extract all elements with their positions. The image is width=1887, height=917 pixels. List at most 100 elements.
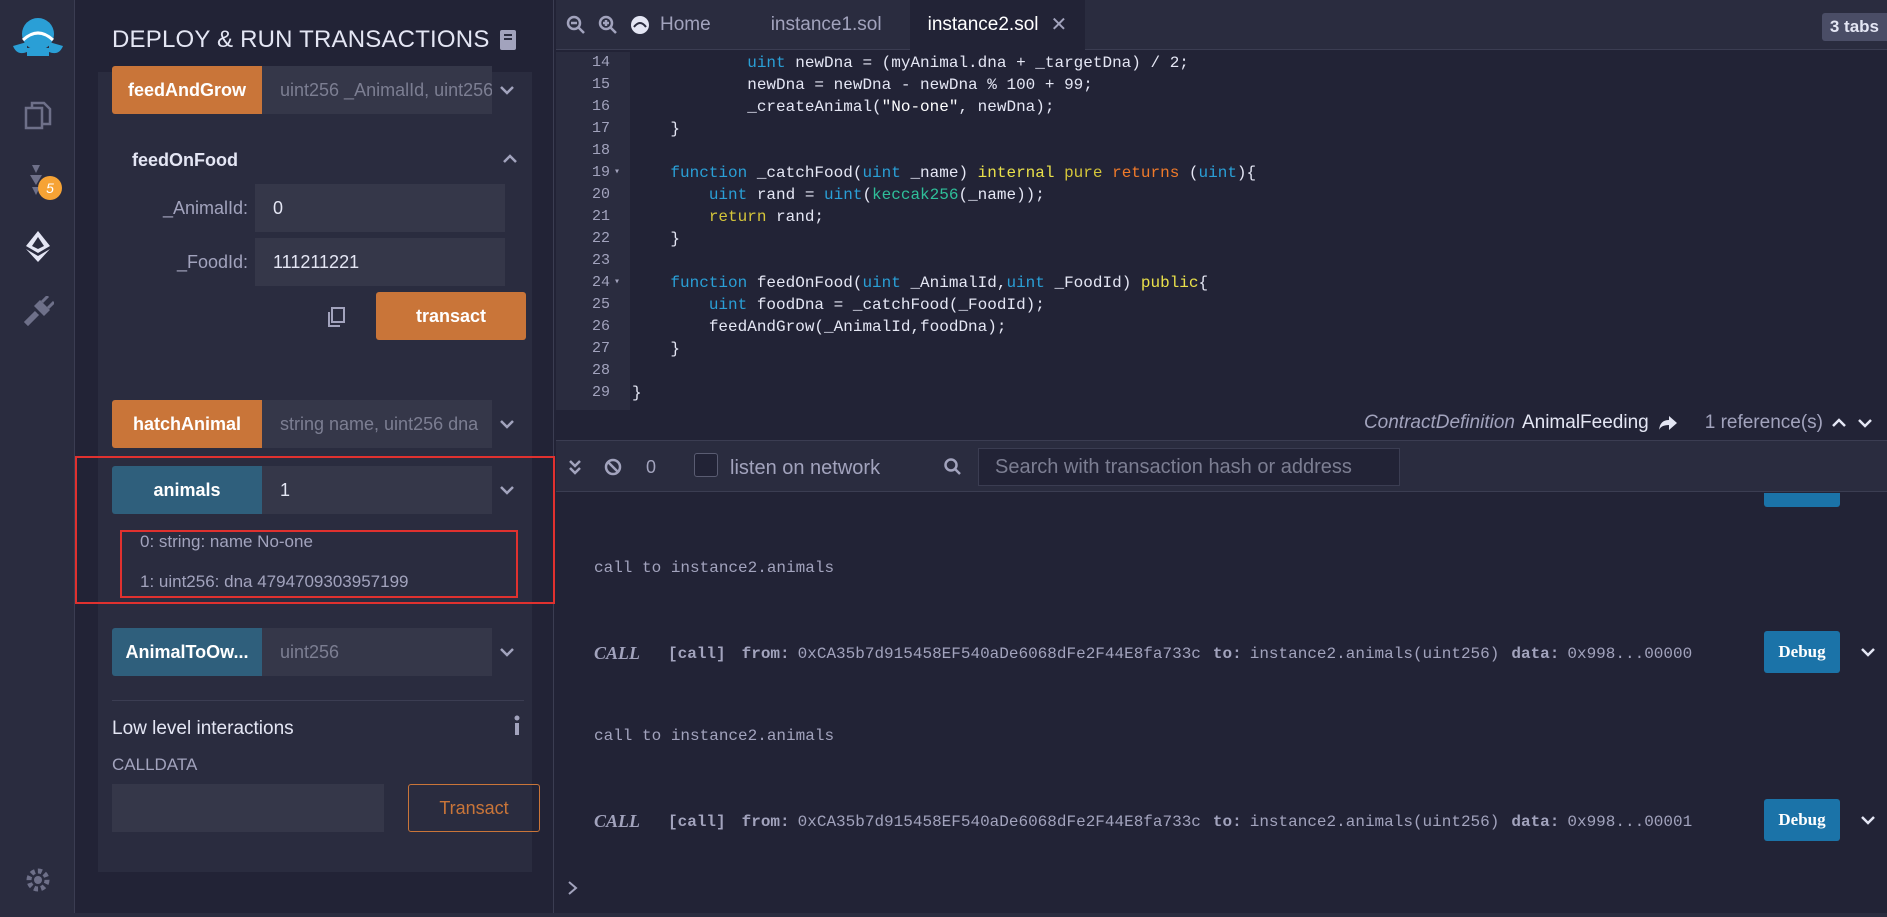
close-icon[interactable]: ✕ — [1051, 12, 1068, 37]
icon-rail: 5 — [0, 0, 75, 917]
code-line: 23 — [556, 250, 1887, 272]
line-number: 17 — [591, 120, 610, 137]
hatchanimal-button[interactable]: hatchAnimal — [112, 400, 262, 448]
settings-icon[interactable] — [18, 860, 58, 900]
chevron-down-icon[interactable] — [492, 628, 522, 676]
code-text: uint foodDna = _catchFood(_FoodId); — [708, 296, 1045, 314]
line-number: 14 — [591, 54, 610, 71]
ref-name: AnimalFeeding — [1521, 412, 1649, 433]
call-tag: [call] — [668, 644, 726, 663]
line-number: 16 — [591, 98, 610, 115]
terminal-call-line[interactable]: CALL [call] from: 0xCA35b7d915458EF540aD… — [594, 811, 1692, 832]
line-number: 23 — [591, 252, 610, 269]
low-level-transact-button[interactable]: Transact — [408, 784, 540, 832]
to-value: instance2.animals(uint256) — [1249, 644, 1500, 663]
terminal-prompt-icon[interactable] — [566, 879, 580, 902]
hatchanimal-input[interactable]: string name, uint256 dna — [262, 400, 492, 448]
fold-icon[interactable]: ▾ — [614, 162, 620, 184]
listen-label: listen on network — [730, 457, 881, 479]
transaction-search-input[interactable]: Search with transaction hash or address — [978, 448, 1400, 486]
reference-bar: ContractDefinition AnimalFeeding 1 refer… — [556, 406, 1887, 440]
book-icon[interactable] — [498, 29, 518, 56]
animaltoowner-button[interactable]: AnimalToOw... — [112, 628, 262, 676]
chevron-down-icon[interactable] — [492, 400, 522, 448]
tab-home-label: Home — [660, 13, 711, 35]
chevron-down-icon[interactable] — [1857, 417, 1873, 429]
code-line: 18 — [556, 140, 1887, 162]
calldata-input[interactable] — [112, 784, 384, 832]
foodid-label: _FoodId: — [176, 252, 248, 272]
line-number: 29 — [591, 384, 610, 401]
tab-instance1[interactable]: instance1.sol — [753, 0, 900, 50]
animalid-input[interactable]: 0 — [255, 184, 505, 232]
code-line: 24 ▾ function feedOnFood(uint _AnimalId,u… — [556, 272, 1887, 294]
animaltoowner-input[interactable]: uint256 — [262, 628, 492, 676]
low-level-title: Low level interactions — [112, 718, 294, 739]
line-number: 15 — [591, 76, 610, 93]
solidity-compiler-icon[interactable]: 5 — [18, 160, 62, 200]
share-icon[interactable] — [1657, 414, 1679, 432]
chevron-down-icon[interactable] — [492, 66, 522, 114]
line-number: 28 — [591, 362, 610, 379]
data-value: 0x998...00001 — [1567, 812, 1693, 831]
line-number: 20 — [591, 186, 610, 203]
debug-button[interactable]: Debug — [1764, 799, 1840, 841]
remix-logo-icon[interactable] — [6, 12, 70, 60]
data-label: data: — [1511, 644, 1560, 663]
chevron-up-icon[interactable] — [502, 152, 518, 170]
code-line: 16 _createAnimal("No-one", newDna); — [556, 96, 1887, 118]
terminal-entry-header: call to instance2.animals — [594, 727, 835, 745]
terminal-output: call to instance2.animals CALL [call] fr… — [556, 493, 1887, 917]
from-label: from: — [741, 644, 790, 663]
code-text: } — [632, 384, 642, 402]
collapse-icon[interactable] — [568, 441, 582, 493]
call-kind: CALL — [594, 811, 641, 831]
terminal-toolbar: 0 listen on network Search with transact… — [556, 440, 1887, 492]
listen-checkbox[interactable] — [694, 453, 718, 477]
code-editor[interactable]: 14 uint newDna = (myAnimal.dna + _target… — [556, 52, 1887, 410]
calldata-label: CALLDATA — [112, 755, 198, 774]
ref-count: 1 reference(s) — [1704, 412, 1823, 433]
function-row-animaltoowner: AnimalToOw... uint256 — [112, 628, 524, 676]
terminal-call-line[interactable]: CALL [call] from: 0xCA35b7d915458EF540aD… — [594, 643, 1692, 664]
to-label: to: — [1212, 812, 1242, 831]
plugin-manager-icon[interactable] — [18, 292, 58, 332]
tab-count[interactable]: 3 tabs — [1821, 13, 1887, 41]
chevron-up-icon[interactable] — [1831, 417, 1847, 429]
file-explorer-icon[interactable] — [18, 96, 58, 136]
chevron-down-icon[interactable] — [1856, 640, 1880, 664]
code-line: 27 } — [556, 338, 1887, 360]
tab-instance1-label: instance1.sol — [770, 13, 882, 35]
tab-home[interactable]: Home — [624, 0, 729, 50]
highlight-box — [120, 530, 518, 598]
zoom-out-icon[interactable] — [560, 0, 592, 50]
fold-icon[interactable]: ▾ — [614, 272, 620, 294]
clear-icon[interactable] — [604, 441, 622, 493]
line-number: 18 — [591, 142, 610, 159]
transact-button[interactable]: transact — [376, 292, 526, 340]
code-line: 28 — [556, 360, 1887, 382]
foodid-input[interactable]: 111211221 — [255, 238, 505, 286]
terminal-entry-header: call to instance2.animals — [594, 559, 835, 577]
code-text: uint rand = uint(keccak256(_name)); — [708, 186, 1045, 204]
deploy-run-icon[interactable] — [18, 226, 58, 266]
copy-icon[interactable] — [326, 306, 346, 333]
line-number: 27 — [591, 340, 610, 357]
tab-bar: Home instance1.sol instance2.sol ✕ 3 tab… — [556, 0, 1887, 50]
tab-instance2[interactable]: instance2.sol ✕ — [909, 0, 1086, 50]
code-text: newDna = newDna - newDna % 100 + 99; — [632, 76, 1093, 94]
code-text: } — [632, 230, 681, 248]
feedandgrow-input[interactable]: uint256 _AnimalId, uint256 _targetDna — [262, 66, 492, 114]
feedandgrow-button[interactable]: feedAndGrow — [112, 66, 262, 114]
debug-button[interactable]: Debug — [1764, 631, 1840, 673]
code-line: 20 uint rand = uint(keccak256(_name)); — [556, 184, 1887, 206]
animalid-label: _AnimalId: — [162, 198, 248, 218]
chevron-down-icon[interactable] — [1856, 808, 1880, 832]
to-value: instance2.animals(uint256) — [1249, 812, 1500, 831]
bottom-strip — [0, 913, 1887, 917]
info-icon[interactable] — [512, 714, 522, 741]
debug-button-partial[interactable] — [1764, 493, 1840, 507]
code-text: return rand; — [708, 208, 825, 226]
line-number: 24 — [591, 274, 610, 291]
zoom-in-icon[interactable] — [592, 0, 624, 50]
